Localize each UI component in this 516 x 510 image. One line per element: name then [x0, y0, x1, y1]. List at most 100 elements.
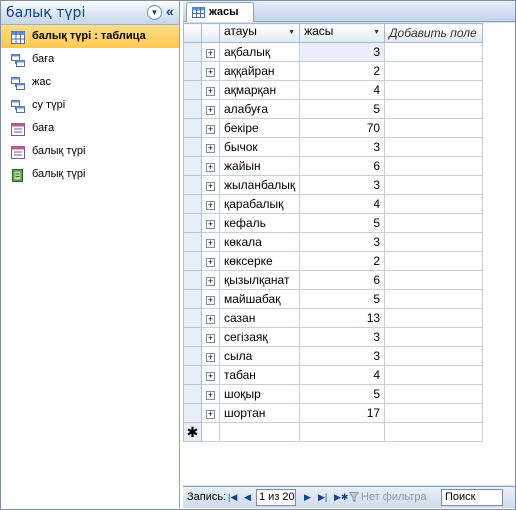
expand-cell[interactable]: + — [201, 175, 220, 195]
cell-name[interactable]: сазан — [218, 308, 301, 328]
cell-add-field[interactable] — [384, 80, 484, 100]
cell-age[interactable]: 4 — [299, 194, 386, 214]
cell-age[interactable]: 3 — [299, 327, 386, 347]
expand-icon[interactable]: + — [206, 182, 215, 191]
nav-item-1[interactable]: баға — [1, 48, 179, 71]
cell-add-field[interactable] — [384, 232, 484, 252]
column-header-atauy[interactable]: атауы ▼ — [218, 23, 301, 43]
expand-cell[interactable]: + — [201, 232, 220, 252]
cell-name[interactable]: жайын — [218, 156, 301, 176]
table-row[interactable]: + шортан 17 — [183, 403, 484, 423]
table-row[interactable]: + жыланбалық 3 — [183, 175, 484, 195]
cell-add-field[interactable] — [384, 403, 484, 423]
cell-age[interactable]: 5 — [299, 213, 386, 233]
cell-age[interactable]: 13 — [299, 308, 386, 328]
expand-cell[interactable]: + — [201, 118, 220, 138]
nav-title[interactable]: балық түрі — [6, 5, 85, 21]
row-selector[interactable] — [183, 80, 202, 100]
row-selector[interactable] — [183, 289, 202, 309]
expand-icon[interactable]: + — [206, 277, 215, 286]
row-selector[interactable] — [183, 270, 202, 290]
expand-cell[interactable]: + — [201, 61, 220, 81]
expand-icon[interactable]: + — [206, 125, 215, 134]
nav-item-2[interactable]: жас — [1, 71, 179, 94]
row-selector[interactable] — [183, 308, 202, 328]
expand-icon[interactable]: + — [206, 87, 215, 96]
row-selector[interactable] — [183, 137, 202, 157]
cell-add-field[interactable] — [384, 42, 484, 62]
table-row[interactable]: + қарабалық 4 — [183, 194, 484, 214]
expand-cell[interactable]: + — [201, 289, 220, 309]
row-selector[interactable] — [183, 61, 202, 81]
cell-add-field[interactable] — [384, 346, 484, 366]
table-row[interactable]: + сегізаяқ 3 — [183, 327, 484, 347]
expand-icon[interactable]: + — [206, 239, 215, 248]
expand-icon[interactable]: + — [206, 258, 215, 267]
last-record-button[interactable]: ▶| — [318, 492, 327, 503]
table-row[interactable]: + жайын 6 — [183, 156, 484, 176]
table-row[interactable]: + ақмарқан 4 — [183, 80, 484, 100]
expand-cell[interactable]: + — [201, 99, 220, 119]
cell-age[interactable]: 3 — [299, 232, 386, 252]
cell-age[interactable] — [299, 422, 386, 442]
expand-cell[interactable]: + — [201, 327, 220, 347]
cell-add-field[interactable] — [384, 365, 484, 385]
dropdown-arrow-icon[interactable]: ▼ — [288, 25, 295, 42]
row-selector[interactable] — [183, 194, 202, 214]
cell-name[interactable]: аққайран — [218, 61, 301, 81]
dropdown-arrow-icon[interactable]: ▼ — [373, 25, 380, 42]
search-input[interactable]: Поиск — [441, 489, 503, 506]
cell-add-field[interactable] — [384, 118, 484, 138]
nav-item-5[interactable]: балық түрі — [1, 140, 179, 163]
cell-name[interactable]: майшабақ — [218, 289, 301, 309]
new-record-row[interactable]: ✱ — [183, 422, 484, 442]
expand-icon[interactable]: + — [206, 353, 215, 362]
column-header-zhasy[interactable]: жасы ▼ — [299, 23, 386, 43]
cell-age[interactable]: 4 — [299, 365, 386, 385]
cell-age[interactable]: 3 — [299, 175, 386, 195]
cell-name[interactable]: шоқыр — [218, 384, 301, 404]
cell-add-field[interactable] — [384, 194, 484, 214]
row-selector[interactable] — [183, 251, 202, 271]
cell-age[interactable]: 4 — [299, 80, 386, 100]
add-field-header[interactable]: Добавить поле — [384, 23, 484, 43]
cell-name[interactable]: ақмарқан — [218, 80, 301, 100]
cell-name[interactable]: көксерке — [218, 251, 301, 271]
nav-item-4[interactable]: баға — [1, 117, 179, 140]
previous-record-button[interactable]: ◀ — [244, 492, 251, 503]
expand-icon[interactable]: + — [206, 334, 215, 343]
expand-icon[interactable]: + — [206, 296, 215, 305]
row-selector[interactable] — [183, 213, 202, 233]
cell-name[interactable]: бычок — [218, 137, 301, 157]
expand-cell[interactable]: + — [201, 42, 220, 62]
cell-age[interactable]: 6 — [299, 156, 386, 176]
tab-table-zhasy[interactable]: жасы — [186, 2, 254, 22]
expand-icon[interactable]: + — [206, 106, 215, 115]
cell-age[interactable]: 17 — [299, 403, 386, 423]
cell-add-field[interactable] — [384, 213, 484, 233]
cell-add-field[interactable] — [384, 137, 484, 157]
table-row[interactable]: + сазан 13 — [183, 308, 484, 328]
expand-icon[interactable]: + — [206, 144, 215, 153]
row-selector[interactable] — [183, 175, 202, 195]
filter-status-button[interactable]: Нет фильтра — [361, 491, 427, 503]
row-selector[interactable] — [183, 365, 202, 385]
cell-add-field[interactable] — [384, 251, 484, 271]
cell-name[interactable]: бекіре — [218, 118, 301, 138]
table-row[interactable]: + бекіре 70 — [183, 118, 484, 138]
new-record-button[interactable]: ▶✱ — [334, 492, 348, 503]
expand-icon[interactable]: + — [206, 201, 215, 210]
cell-add-field[interactable] — [384, 327, 484, 347]
expand-cell[interactable]: + — [201, 270, 220, 290]
cell-age[interactable]: 3 — [299, 137, 386, 157]
expand-cell[interactable]: + — [201, 194, 220, 214]
cell-add-field[interactable] — [384, 289, 484, 309]
nav-item-3[interactable]: су түрі — [1, 94, 179, 117]
cell-name[interactable]: көкала — [218, 232, 301, 252]
expand-icon[interactable]: + — [206, 68, 215, 77]
table-row[interactable]: + көкала 3 — [183, 232, 484, 252]
cell-name[interactable]: шортан — [218, 403, 301, 423]
row-selector[interactable] — [183, 346, 202, 366]
cell-age[interactable]: 2 — [299, 251, 386, 271]
expand-cell[interactable]: + — [201, 365, 220, 385]
